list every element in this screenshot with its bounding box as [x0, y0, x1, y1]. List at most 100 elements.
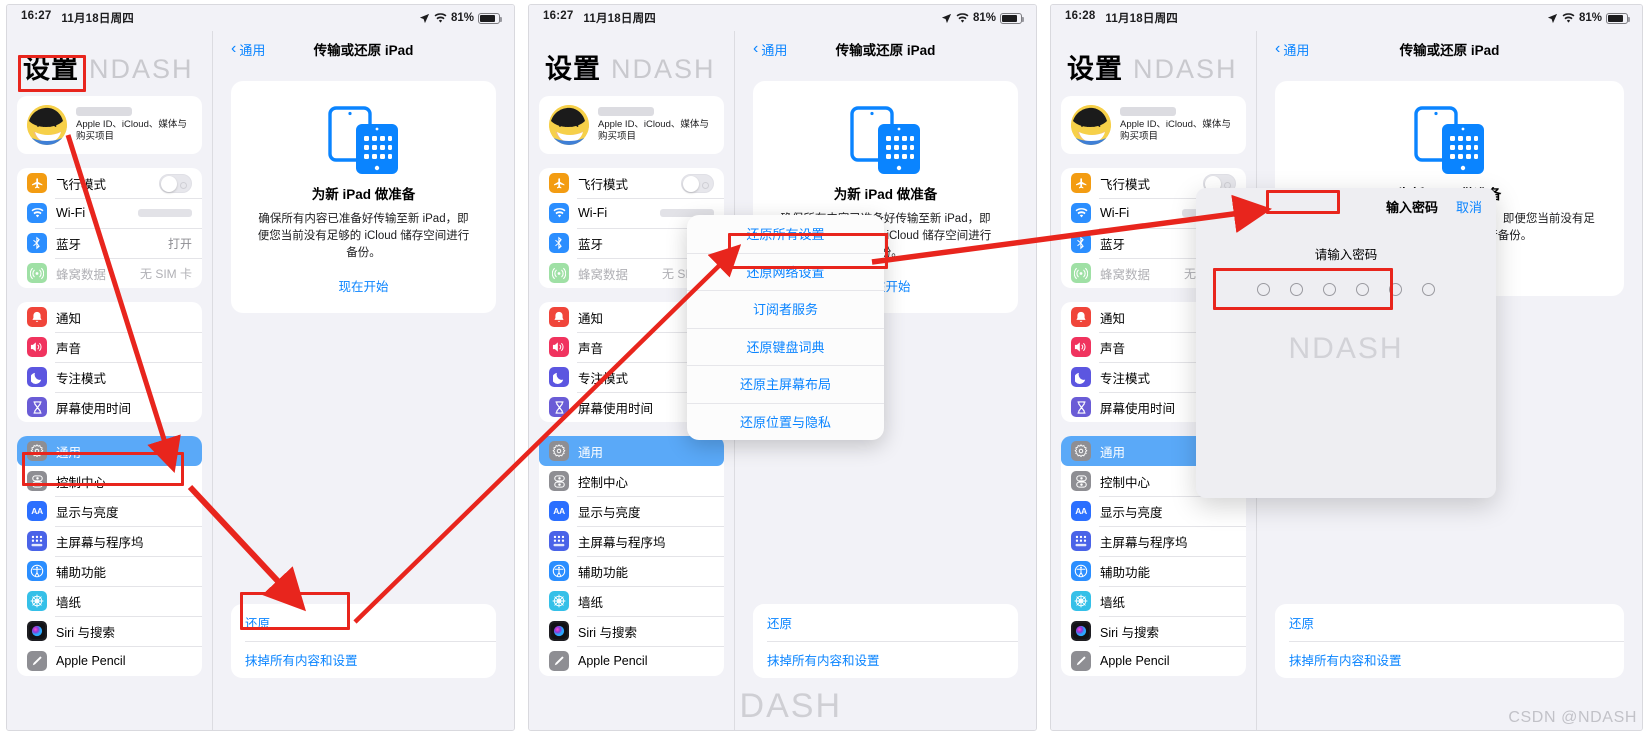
sidebar-item-屏幕使用时间[interactable]: 屏幕使用时间 — [17, 392, 202, 422]
sidebar-item-墙纸[interactable]: 墙纸 — [539, 586, 724, 616]
sidebar-item-label: 显示与亮度 — [56, 505, 119, 520]
reset-popup-menu[interactable]: 还原所有设置 还原网络设置 订阅者服务 还原键盘词典 还原主屏幕布局 还原位置与… — [687, 215, 884, 440]
reset-button[interactable]: 还原 — [753, 604, 1018, 641]
sidebar-item-墙纸[interactable]: 墙纸 — [17, 586, 202, 616]
start-now-button[interactable]: 现在开始 — [255, 276, 472, 297]
sidebar-item-蜂窝数据[interactable]: 蜂窝数据 无 SIM 卡 — [17, 258, 202, 288]
sidebar-item-主屏幕与程序坞[interactable]: 主屏幕与程序坞 — [539, 526, 724, 556]
settings-sidebar-1[interactable]: 设置 NDASH Apple ID、iCloud、媒体与购买项目 飞行模式 Wi… — [7, 31, 212, 730]
sidebar-item-label: 飞行模式 — [578, 177, 629, 192]
erase-all-button[interactable]: 抹掉所有内容和设置 — [1275, 641, 1624, 678]
passcode-dot[interactable] — [1257, 283, 1270, 296]
battery-percent-3: 81% — [1578, 12, 1602, 24]
sidebar-item-label: 主屏幕与程序坞 — [1100, 535, 1188, 550]
apple-id-row[interactable]: Apple ID、iCloud、媒体与购买项目 — [1061, 96, 1246, 154]
inline-watermark: NDASH — [1133, 54, 1238, 84]
sidebar-item-Apple-Pencil[interactable]: Apple Pencil — [17, 646, 202, 676]
erase-all-button[interactable]: 抹掉所有内容和设置 — [231, 641, 496, 678]
sidebar-item-控制中心[interactable]: 控制中心 — [539, 466, 724, 496]
sidebar-item-label: 声音 — [56, 341, 82, 356]
menu-item-reset-all-settings[interactable]: 还原所有设置 — [687, 215, 884, 253]
detail-title: 传输或还原 iPad — [313, 43, 414, 58]
sidebar-item-label: 蓝牙 — [56, 237, 82, 252]
wifi-icon — [549, 203, 569, 223]
back-button[interactable]: ‹ 通用 — [1275, 40, 1309, 59]
account-group[interactable]: Apple ID、iCloud、媒体与购买项目 — [539, 96, 724, 154]
ipad-screenshot-3: 16:28 11月18日周四 81% 设置 NDASH Apple ID、iCl… — [1050, 4, 1643, 731]
chevron-left-icon: ‹ — [1275, 40, 1281, 57]
ipad-screenshot-2: 16:27 11月18日周四 81% 设置 NDASH Apple ID、iCl… — [528, 4, 1037, 731]
back-button[interactable]: ‹ 通用 — [231, 40, 265, 59]
passcode-dot[interactable] — [1290, 283, 1303, 296]
sidebar-item-专注模式[interactable]: 专注模式 — [17, 362, 202, 392]
avatar — [27, 105, 67, 145]
cancel-button[interactable]: 取消 — [1456, 197, 1482, 216]
sidebar-item-label: Wi-Fi — [1100, 206, 1130, 220]
hourglass-icon — [549, 397, 569, 417]
menu-item-reset-home-layout[interactable]: 还原主屏幕布局 — [687, 365, 884, 403]
reset-actions-2: 还原 抹掉所有内容和设置 — [753, 604, 1018, 678]
sidebar-item-墙纸[interactable]: 墙纸 — [1061, 586, 1246, 616]
sidebar-item-Wi-Fi[interactable]: Wi-Fi — [17, 198, 202, 228]
sidebar-item-label: 控制中心 — [56, 475, 107, 490]
grid-icon — [549, 531, 569, 551]
airplane-mode-toggle[interactable] — [681, 173, 714, 193]
back-button[interactable]: ‹ 通用 — [753, 40, 787, 59]
sidebar-item-label: 主屏幕与程序坞 — [56, 535, 144, 550]
grid-icon — [27, 531, 47, 551]
sidebar-item-显示与亮度[interactable]: AA 显示与亮度 — [17, 496, 202, 526]
sidebar-item-辅助功能[interactable]: 辅助功能 — [1061, 556, 1246, 586]
wifi-icon — [1071, 203, 1091, 223]
reset-actions-3: 还原 抹掉所有内容和设置 — [1275, 604, 1624, 678]
sidebar-item-显示与亮度[interactable]: AA 显示与亮度 — [1061, 496, 1246, 526]
sidebar-item-label: Siri 与搜索 — [1100, 625, 1160, 640]
sidebar-item-Apple-Pencil[interactable]: Apple Pencil — [1061, 646, 1246, 676]
sidebar-item-主屏幕与程序坞[interactable]: 主屏幕与程序坞 — [1061, 526, 1246, 556]
detail-title: 传输或还原 iPad — [1399, 43, 1500, 58]
reset-button[interactable]: 还原 — [1275, 604, 1624, 641]
airplane-mode-toggle[interactable] — [159, 173, 192, 193]
erase-all-button[interactable]: 抹掉所有内容和设置 — [753, 641, 1018, 678]
status-bar-1: 16:27 11月18日周四 81% — [7, 5, 514, 31]
menu-item-reset-keyboard-dict[interactable]: 还原键盘词典 — [687, 327, 884, 366]
sidebar-item-飞行模式[interactable]: 飞行模式 — [539, 168, 724, 198]
sidebar-item-Apple-Pencil[interactable]: Apple Pencil — [539, 646, 724, 676]
card-body: 确保所有内容已准备好传输至新 iPad，即便您当前没有足够的 iCloud 储存… — [257, 213, 470, 259]
passcode-input[interactable] — [1196, 283, 1496, 296]
menu-item-reset-location-privacy[interactable]: 还原位置与隐私 — [687, 402, 884, 441]
sidebar-item-Siri-与搜索[interactable]: Siri 与搜索 — [539, 616, 724, 646]
sidebar-item-通用[interactable]: 通用 — [539, 436, 724, 466]
passcode-dot[interactable] — [1323, 283, 1336, 296]
account-group[interactable]: Apple ID、iCloud、媒体与购买项目 — [17, 96, 202, 154]
menu-item-subscriber-services[interactable]: 订阅者服务 — [687, 290, 884, 328]
status-time-3: 16:28 — [1065, 10, 1096, 22]
passcode-dot[interactable] — [1422, 283, 1435, 296]
sidebar-item-飞行模式[interactable]: 飞行模式 — [17, 168, 202, 198]
sidebar-item-label: 墙纸 — [1100, 595, 1126, 610]
sidebar-item-辅助功能[interactable]: 辅助功能 — [539, 556, 724, 586]
sidebar-item-Siri-与搜索[interactable]: Siri 与搜索 — [1061, 616, 1246, 646]
account-group[interactable]: Apple ID、iCloud、媒体与购买项目 — [1061, 96, 1246, 154]
apple-id-row[interactable]: Apple ID、iCloud、媒体与购买项目 — [539, 96, 724, 154]
inline-watermark: NDASH — [89, 54, 194, 84]
sidebar-item-label: 显示与亮度 — [578, 505, 641, 520]
sidebar-item-通知[interactable]: 通知 — [17, 302, 202, 332]
passcode-dot[interactable] — [1389, 283, 1402, 296]
card-heading: 为新 iPad 做准备 — [833, 187, 938, 202]
sidebar-item-辅助功能[interactable]: 辅助功能 — [17, 556, 202, 586]
password-prompt: 请输入密码 — [1314, 248, 1378, 262]
detail-title: 传输或还原 iPad — [835, 43, 936, 58]
sidebar-item-Siri-与搜索[interactable]: Siri 与搜索 — [17, 616, 202, 646]
reset-button[interactable]: 还原 — [231, 604, 496, 641]
apple-id-row[interactable]: Apple ID、iCloud、媒体与购买项目 — [17, 96, 202, 154]
two-devices-icon — [1299, 101, 1600, 179]
menu-item-reset-network[interactable]: 还原网络设置 — [687, 252, 884, 291]
sidebar-item-声音[interactable]: 声音 — [17, 332, 202, 362]
passcode-dot[interactable] — [1356, 283, 1369, 296]
enter-password-dialog[interactable]: 输入密码 取消 请输入密码 NDASH — [1196, 188, 1496, 498]
sidebar-item-控制中心[interactable]: 控制中心 — [17, 466, 202, 496]
sidebar-item-蓝牙[interactable]: 蓝牙 打开 — [17, 228, 202, 258]
sidebar-item-通用[interactable]: 通用 — [17, 436, 202, 466]
sidebar-item-显示与亮度[interactable]: AA 显示与亮度 — [539, 496, 724, 526]
sidebar-item-主屏幕与程序坞[interactable]: 主屏幕与程序坞 — [17, 526, 202, 556]
